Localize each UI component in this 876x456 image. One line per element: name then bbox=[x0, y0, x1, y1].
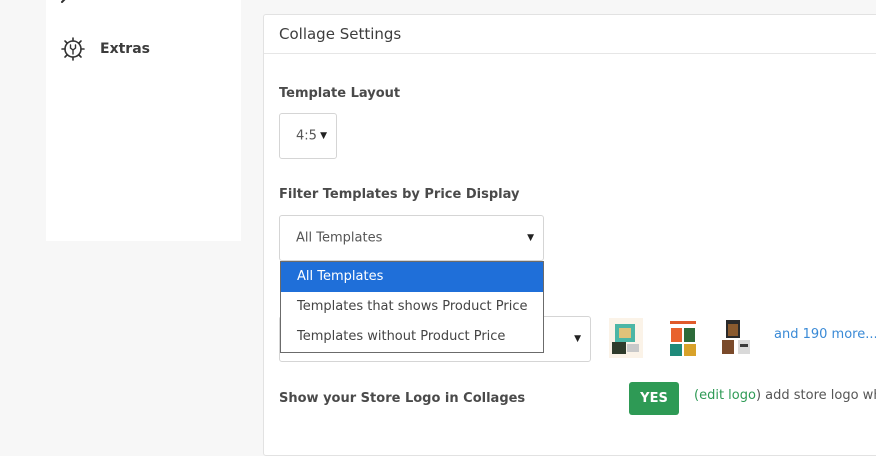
sidebar: Extras bbox=[46, 0, 241, 241]
store-logo-toggle[interactable]: YES bbox=[629, 382, 679, 415]
template-layout-label: Template Layout bbox=[279, 86, 401, 101]
template-thumbnail[interactable] bbox=[609, 318, 643, 358]
sidebar-item-extras[interactable]: Extras bbox=[60, 36, 150, 62]
store-logo-label: Show your Store Logo in Collages bbox=[279, 391, 526, 406]
template-layout-select[interactable]: 4:5 ▼ bbox=[279, 113, 337, 159]
store-logo-hint: (edit logo) add store logo wh bbox=[694, 388, 876, 403]
template-layout-value: 4:5 bbox=[296, 128, 317, 144]
dropdown-option[interactable]: All Templates bbox=[281, 262, 543, 292]
price-filter-value: All Templates bbox=[296, 230, 383, 246]
wrench-icon bbox=[61, 0, 66, 3]
chevron-down-icon: ▼ bbox=[320, 131, 327, 141]
chevron-down-icon: ▼ bbox=[527, 233, 534, 243]
dropdown-option[interactable]: Templates without Product Price bbox=[281, 322, 543, 352]
edit-logo-link[interactable]: edit logo bbox=[699, 388, 756, 403]
more-templates-link[interactable]: and 190 more... bbox=[774, 327, 876, 342]
chevron-down-icon: ▼ bbox=[574, 334, 581, 344]
gear-settings-icon bbox=[61, 37, 85, 61]
template-thumbnail[interactable] bbox=[666, 318, 700, 358]
dropdown-option[interactable]: Templates that shows Product Price bbox=[281, 292, 543, 322]
price-filter-label: Filter Templates by Price Display bbox=[279, 187, 520, 202]
sidebar-item-label: Extras bbox=[100, 41, 150, 57]
panel-title: Collage Settings bbox=[264, 15, 876, 54]
template-thumbnail[interactable] bbox=[720, 318, 754, 358]
price-filter-dropdown: All Templates Templates that shows Produ… bbox=[280, 261, 544, 353]
price-filter-select[interactable]: All Templates ▼ bbox=[279, 215, 544, 261]
